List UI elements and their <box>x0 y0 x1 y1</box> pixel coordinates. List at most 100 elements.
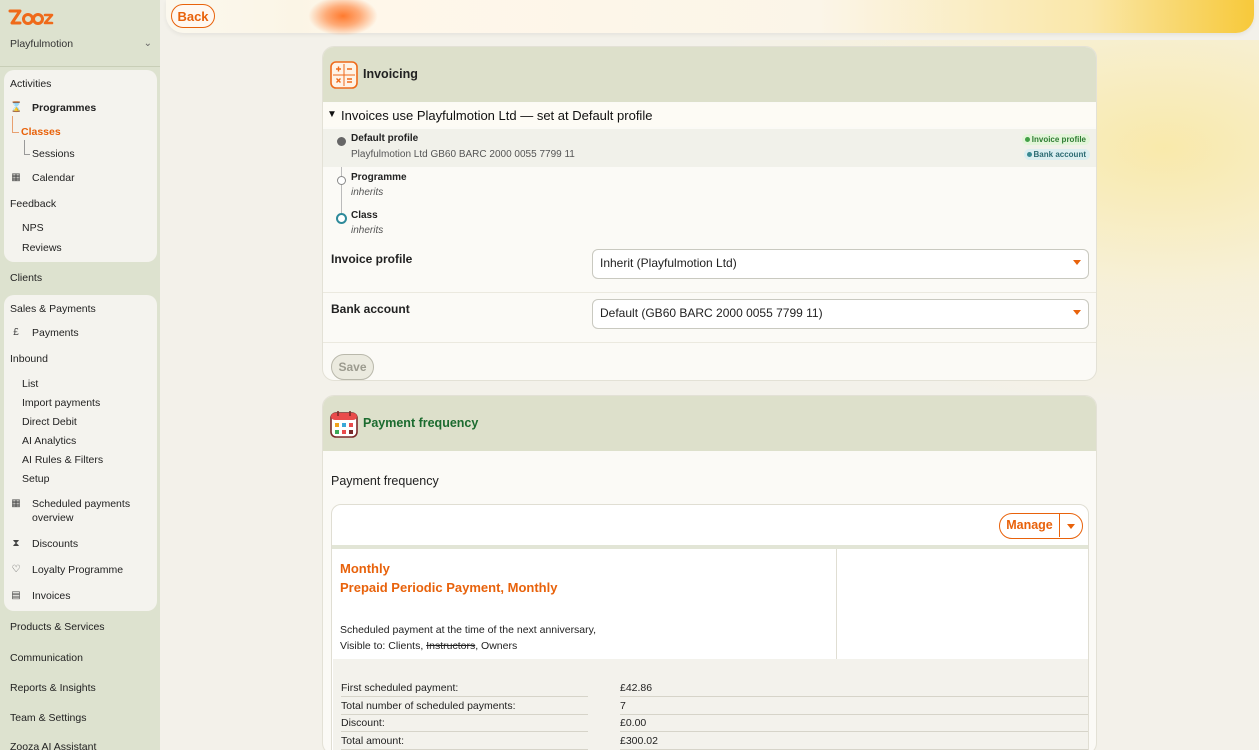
timeline-sub: inherits <box>351 225 384 236</box>
sidebar-item-clients[interactable]: Clients <box>10 271 42 285</box>
sidebar-item-invoices[interactable]: ▤ Invoices <box>11 589 70 603</box>
sidebar-item-label: Discounts <box>32 538 79 550</box>
save-button[interactable]: Save <box>331 354 374 380</box>
manage-split-button: Manage <box>999 513 1083 539</box>
timeline-programme: Programme inherits <box>323 171 1096 205</box>
sidebar-item-classes[interactable]: Classes <box>21 125 61 139</box>
detail-value: £42.86 <box>620 682 653 694</box>
sidebar-item-scheduled-payments-line2[interactable]: overview <box>32 511 73 525</box>
sidebar-item-activities[interactable]: Activities <box>10 77 51 91</box>
visibility-suffix: , Owners <box>475 640 518 652</box>
sidebar-item-feedback[interactable]: Feedback <box>10 197 56 211</box>
plan-cell: Monthly Prepaid Periodic Payment, Monthl… <box>333 549 837 659</box>
calendar-icon <box>330 410 358 438</box>
sidebar-item-inbound[interactable]: Inbound <box>10 352 48 366</box>
tree-connector <box>24 154 30 155</box>
tree-connector <box>12 132 19 133</box>
payment-frequency-section-label: Payment frequency <box>331 474 439 488</box>
timeline-dot-current <box>336 213 347 224</box>
bank-account-label: Bank account <box>331 302 410 316</box>
sidebar-item-team[interactable]: Team & Settings <box>10 711 86 725</box>
visibility-instructors: Instructors <box>426 640 476 652</box>
sales-payments-group: Sales & Payments £ Payments Inbound List… <box>4 295 157 611</box>
sidebar-item-scheduled-payments[interactable]: ▦ Scheduled payments <box>11 497 131 511</box>
invoice-profile-label: Invoice profile <box>331 252 413 266</box>
sidebar-item-sales-payments[interactable]: Sales & Payments <box>10 302 96 316</box>
detail-row: First scheduled payment: £42.86 <box>341 679 1088 697</box>
heart-icon: ♡ <box>11 564 21 575</box>
sidebar-item-label: Loyalty Programme <box>32 564 124 576</box>
detail-row: Discount: £0.00 <box>341 714 1088 732</box>
sidebar-item-inbound-list[interactable]: List <box>22 377 38 391</box>
sidebar-item-label: Calendar <box>32 172 75 184</box>
sidebar-item-setup[interactable]: Setup <box>22 472 49 486</box>
invoice-profile-value: Inherit (Playfulmotion Ltd) <box>600 256 737 270</box>
sidebar-item-sessions[interactable]: Sessions <box>32 147 75 161</box>
sidebar-item-loyalty[interactable]: ♡ Loyalty Programme <box>12 563 124 577</box>
detail-value: £0.00 <box>620 717 647 729</box>
invoice-profile-select[interactable]: Inherit (Playfulmotion Ltd) <box>592 249 1089 279</box>
sidebar-item-ai-assistant[interactable]: Zooza AI Assistant <box>10 740 96 750</box>
caret-down-icon <box>1073 310 1081 315</box>
timeline-dot-filled <box>337 137 346 146</box>
detail-value: 7 <box>620 700 626 712</box>
calculator-icon <box>330 61 358 89</box>
sidebar-item-reports[interactable]: Reports & Insights <box>10 681 96 695</box>
sidebar-divider <box>0 66 160 67</box>
timeline-title: Programme <box>351 172 407 183</box>
invoicing-card: Invoicing ▼ Invoices use Playfulmotion L… <box>322 46 1097 381</box>
sidebar-item-ai-rules[interactable]: AI Rules & Filters <box>22 453 103 467</box>
invoice-icon: ▤ <box>11 590 21 601</box>
detail-key: First scheduled payment: <box>341 682 459 694</box>
invoicing-header: Invoicing <box>323 47 1096 102</box>
payment-frequency-title: Payment frequency <box>363 416 479 430</box>
org-switcher[interactable]: Playfulmotion ⌄ <box>10 38 152 52</box>
caret-down-icon <box>1073 260 1081 265</box>
tree-connector <box>12 116 13 132</box>
sidebar-item-communication[interactable]: Communication <box>10 651 83 665</box>
sidebar-item-direct-debit[interactable]: Direct Debit <box>22 415 77 429</box>
plan-cell-empty <box>837 549 1088 659</box>
detail-row: Total amount: £300.02 <box>341 732 1088 750</box>
sidebar-item-products[interactable]: Products & Services <box>10 620 105 634</box>
sidebar-item-import-payments[interactable]: Import payments <box>22 396 100 410</box>
manage-button[interactable]: Manage <box>1000 514 1060 537</box>
plan-name[interactable]: Monthly <box>340 561 390 576</box>
sidebar-item-discounts[interactable]: ⧗ Discounts <box>12 537 79 551</box>
detail-row: Total number of scheduled payments: 7 <box>341 697 1088 715</box>
sidebar-item-ai-analytics[interactable]: AI Analytics <box>22 434 76 448</box>
sidebar-item-label: Scheduled payments <box>32 498 131 510</box>
bank-account-select[interactable]: Default (GB60 BARC 2000 0055 7799 11) <box>592 299 1089 329</box>
detail-key: Total number of scheduled payments: <box>341 700 516 712</box>
invoice-profile-badge: Invoice profile <box>1021 134 1090 145</box>
calendar-icon: ▦ <box>11 172 21 183</box>
sidebar-item-nps[interactable]: NPS <box>22 221 44 235</box>
plan-description: Scheduled payment at the time of the nex… <box>340 624 597 636</box>
manage-dropdown-toggle[interactable] <box>1060 514 1081 537</box>
plan-visibility: Visible to: Clients, Instructors, Owners <box>340 640 517 652</box>
back-button[interactable]: Back <box>171 4 215 28</box>
chevron-down-icon: ⌄ <box>143 38 152 49</box>
hourglass-icon: ⌛ <box>10 102 23 113</box>
detail-key: Discount: <box>341 717 385 729</box>
timeline-class: Class inherits <box>323 209 1096 243</box>
tag-icon: ⧗ <box>12 538 20 549</box>
triangle-down-icon: ▼ <box>327 109 337 120</box>
calendar-clock-icon: ▦ <box>11 498 21 509</box>
detail-key: Total amount: <box>341 735 405 747</box>
tree-connector <box>24 140 25 154</box>
sidebar-item-reviews[interactable]: Reviews <box>22 241 62 255</box>
timeline-sub: inherits <box>351 187 384 198</box>
decorative-blob <box>308 0 378 36</box>
pound-icon: £ <box>13 327 19 338</box>
sidebar-item-programmes[interactable]: ⌛ Programmes <box>10 101 96 115</box>
plan-details: First scheduled payment: £42.86 Total nu… <box>333 659 1088 750</box>
bank-account-value: Default (GB60 BARC 2000 0055 7799 11) <box>600 306 823 320</box>
sidebar-item-calendar[interactable]: ▦ Calendar <box>11 171 75 185</box>
timeline-title: Class <box>351 210 378 221</box>
zooza-logo[interactable] <box>8 8 56 30</box>
invoicing-summary-toggle[interactable]: ▼ Invoices use Playfulmotion Ltd — set a… <box>323 103 1096 127</box>
bank-account-badge: Bank account <box>1023 149 1090 160</box>
timeline-dot-empty <box>337 176 346 185</box>
sidebar-item-payments[interactable]: £ Payments <box>13 326 78 340</box>
